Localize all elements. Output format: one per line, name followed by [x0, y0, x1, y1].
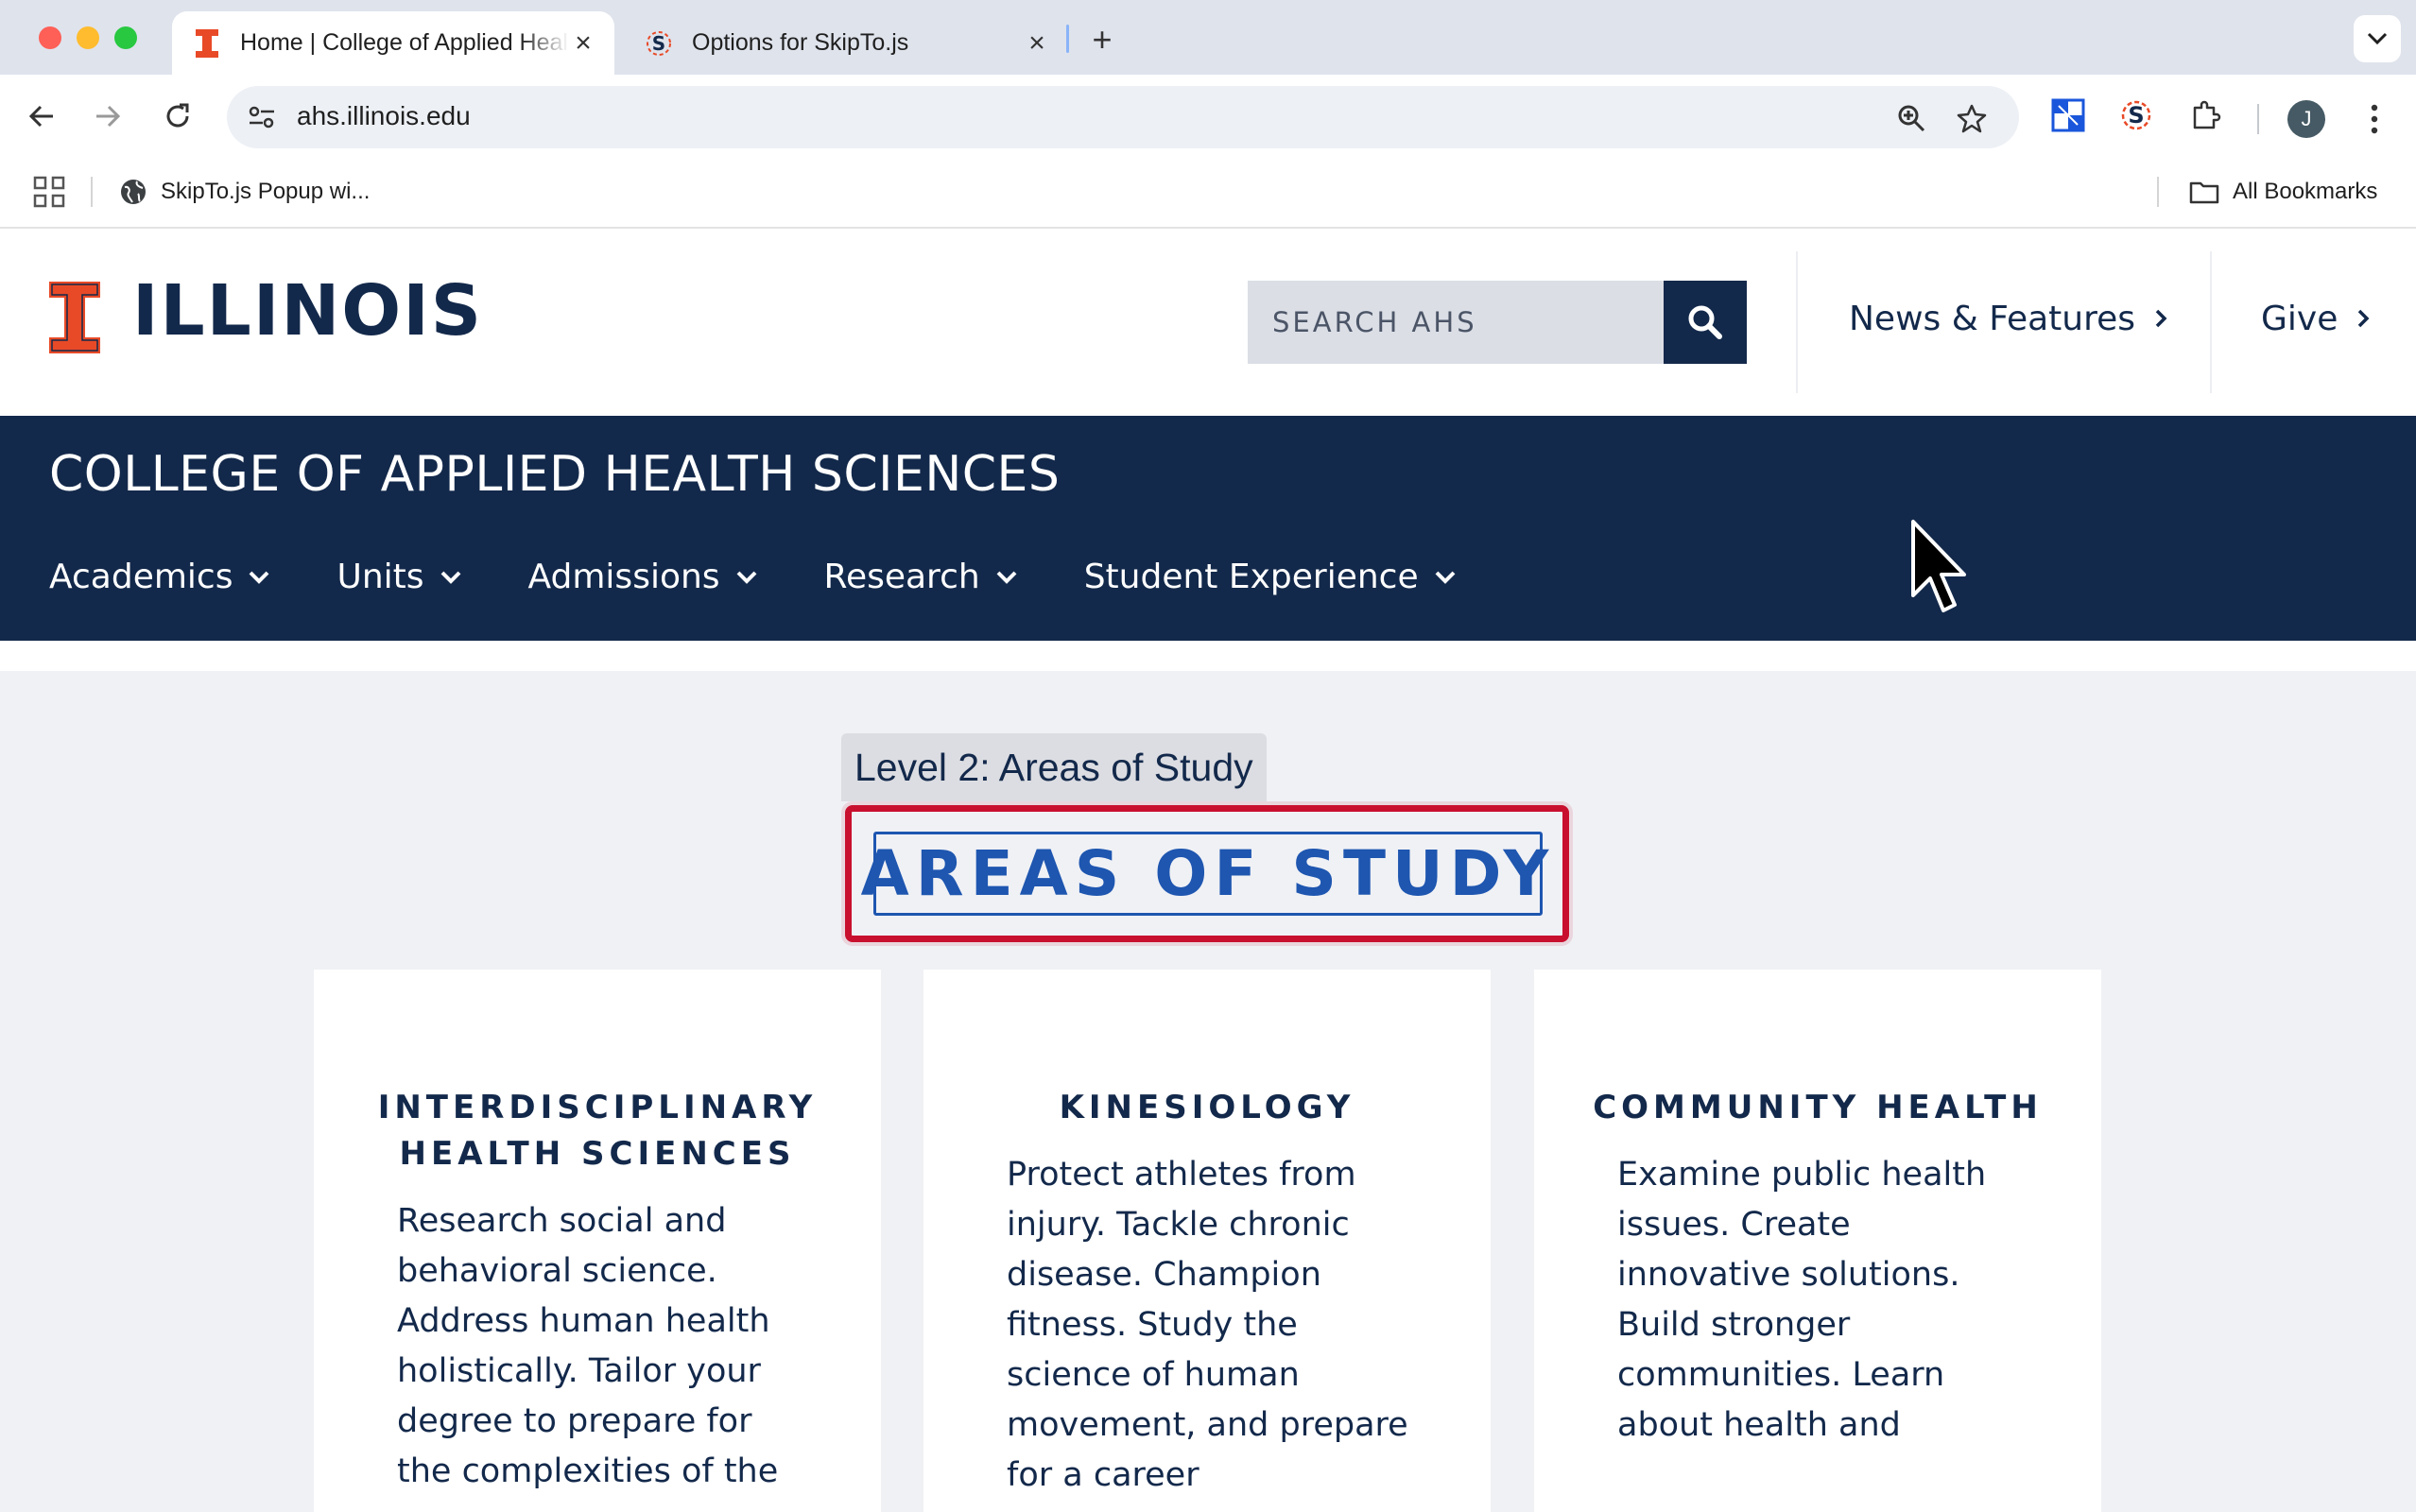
browser-menu-button[interactable]: [2354, 98, 2395, 140]
nav-academics[interactable]: Academics: [49, 558, 270, 596]
chevron-right-icon: [2155, 309, 2167, 328]
chevron-right-icon: [2358, 309, 2370, 328]
give-link[interactable]: Give: [2261, 295, 2370, 342]
address-bar[interactable]: ahs.illinois.edu: [227, 86, 2019, 148]
close-tab-icon[interactable]: ×: [1023, 27, 1051, 59]
card-kinesiology[interactable]: KINESIOLOGY Protect athletes from injury…: [923, 970, 1491, 1512]
chevron-down-icon: [1435, 571, 1456, 584]
bookmark-star-icon[interactable]: [1953, 99, 1991, 137]
card-title[interactable]: INTERDISCIPLINARY HEALTH SCIENCES: [314, 1085, 881, 1177]
bookmark-separator: [2157, 177, 2159, 207]
nav-label: Units: [337, 558, 424, 596]
card-text: Research social and behavioral science. …: [397, 1202, 779, 1490]
tab-strip: Home | College of Applied Health Science…: [0, 0, 2416, 75]
more-vert-icon: [2371, 104, 2378, 134]
illinois-wordmark[interactable]: ILLINOIS: [132, 270, 483, 352]
chevron-down-icon: [996, 571, 1017, 584]
chevron-down-icon: [2367, 32, 2388, 45]
nav-label: Student Experience: [1083, 558, 1419, 596]
profile-avatar[interactable]: J: [2287, 100, 2325, 138]
new-tab-button[interactable]: +: [1083, 20, 1121, 59]
nav-student-experience[interactable]: Student Experience: [1084, 558, 1457, 596]
all-bookmarks-button[interactable]: All Bookmarks: [2189, 173, 2377, 211]
bookmark-separator: [91, 177, 93, 207]
areas-of-study-heading: AREAS OF STUDY: [861, 832, 1548, 916]
give-label: Give: [2261, 299, 2338, 338]
arrow-left-icon: [28, 105, 53, 128]
card-title[interactable]: COMMUNITY HEALTH: [1534, 1085, 2101, 1131]
close-window-button[interactable]: [39, 26, 61, 49]
svg-text:S: S: [652, 32, 665, 55]
nav-label: Research: [823, 558, 980, 596]
chevron-down-icon: [736, 571, 756, 584]
search-input[interactable]: [1272, 306, 1650, 338]
reload-icon: [166, 103, 189, 128]
skipto-extension-icon[interactable]: S: [2115, 94, 2157, 136]
search-field[interactable]: [1248, 281, 1664, 364]
card-interdisciplinary-health-sciences[interactable]: INTERDISCIPLINARY HEALTH SCIENCES Resear…: [314, 970, 881, 1512]
nav-admissions[interactable]: Admissions: [528, 558, 758, 596]
card-community-health[interactable]: COMMUNITY HEALTH Examine public health i…: [1534, 970, 2101, 1512]
site-settings-icon[interactable]: [244, 99, 280, 135]
mouse-pointer-icon: [1911, 520, 1966, 612]
news-features-label: News & Features: [1849, 299, 2136, 338]
chevron-down-icon: [440, 571, 460, 584]
illinois-favicon-icon: [193, 28, 221, 58]
site-header: ILLINOIS News & Features Give: [0, 229, 2416, 416]
toolbar-divider: [2257, 104, 2259, 134]
svg-text:S: S: [2128, 102, 2144, 129]
card-text: Examine public health issues. Create inn…: [1617, 1156, 1987, 1444]
news-features-link[interactable]: News & Features: [1849, 295, 2167, 342]
nav-units[interactable]: Units: [337, 558, 461, 596]
tab-separator: [1066, 25, 1069, 53]
close-tab-icon[interactable]: ×: [569, 27, 597, 59]
tab-search-button[interactable]: [2354, 15, 2401, 62]
bookmark-label: SkipTo.js Popup wi...: [161, 179, 371, 204]
forward-button[interactable]: [87, 95, 129, 137]
bookmarks-bar: SkipTo.js Popup wi... All Bookmarks: [0, 156, 2416, 229]
skipto-highlight-label: Level 2: Areas of Study: [841, 733, 1267, 801]
folder-icon: [2189, 181, 2219, 204]
nav-research[interactable]: Research: [824, 558, 1018, 596]
all-bookmarks-label: All Bookmarks: [2233, 179, 2378, 204]
illinois-block-i-icon[interactable]: [49, 282, 100, 353]
arrow-right-icon: [96, 105, 121, 128]
header-divider: [2210, 251, 2212, 393]
url-text: ahs.illinois.edu: [297, 101, 471, 130]
college-nav-band: COLLEGE OF APPLIED HEALTH SCIENCES Acade…: [0, 416, 2416, 641]
tab-title: Options for SkipTo.js: [692, 29, 909, 56]
bookmark-skipto-popup[interactable]: SkipTo.js Popup wi...: [119, 173, 370, 211]
extensions-puzzle-icon[interactable]: [2185, 94, 2227, 136]
header-divider: [1796, 251, 1798, 393]
minimize-window-button[interactable]: [77, 26, 99, 49]
web-page: ILLINOIS News & Features Give COLLEGE OF…: [0, 229, 2416, 1512]
chevron-down-icon: [250, 571, 269, 584]
nav-label: Admissions: [527, 558, 720, 596]
maximize-window-button[interactable]: [114, 26, 137, 49]
skipto-favicon-icon: S: [645, 29, 673, 58]
search-icon: [1688, 305, 1722, 339]
tab-home-ahs[interactable]: Home | College of Applied Health Science…: [172, 11, 614, 75]
reload-button[interactable]: [157, 95, 198, 137]
extension-icon[interactable]: [2047, 94, 2089, 136]
apps-grid-icon[interactable]: [32, 175, 66, 209]
nav-label: Academics: [49, 558, 233, 596]
card-text: Protect athletes from injury. Tackle chr…: [1007, 1156, 1408, 1494]
search-button[interactable]: [1664, 281, 1747, 364]
back-button[interactable]: [21, 95, 62, 137]
globe-icon: [121, 180, 146, 204]
main-navigation: Academics Units Admissions Research Stud…: [49, 558, 1523, 596]
card-title[interactable]: KINESIOLOGY: [923, 1085, 1491, 1131]
zoom-icon[interactable]: [1892, 99, 1930, 137]
tab-skipto-options[interactable]: S Options for SkipTo.js ×: [624, 11, 1068, 75]
tab-title: Home | College of Applied Health Science…: [240, 29, 569, 56]
header-bottom-strip: [0, 641, 2416, 671]
college-title[interactable]: COLLEGE OF APPLIED HEALTH SCIENCES: [49, 446, 1060, 503]
